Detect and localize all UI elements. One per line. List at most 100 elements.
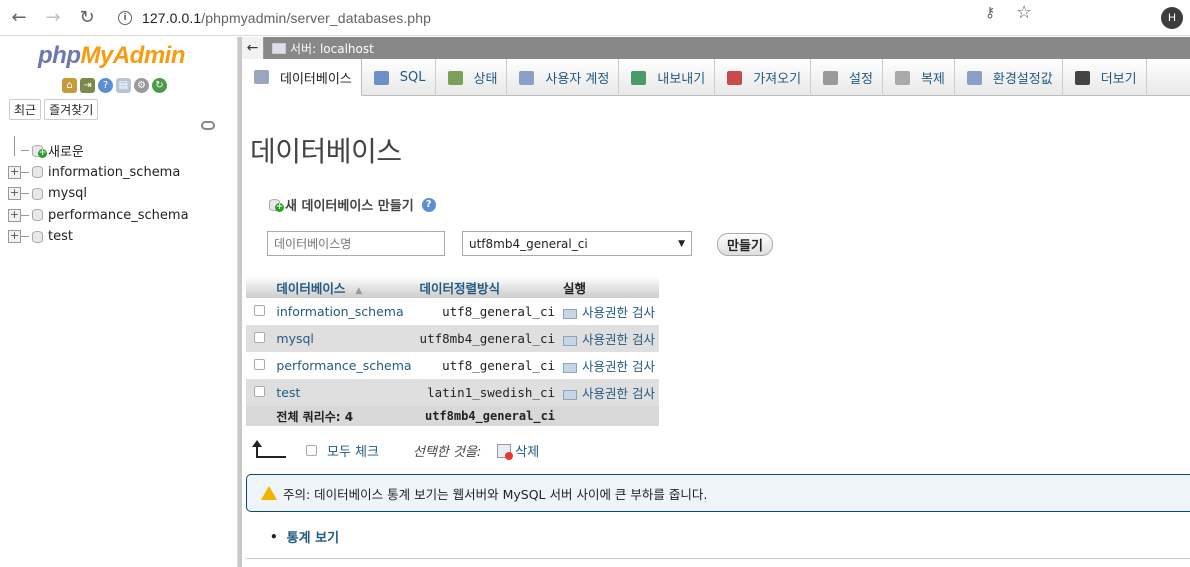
databases-table: 데이터베이스 ▲ 데이터정렬방식 실행 information_schema utf… [246, 276, 659, 426]
nav-tabs: 최근 즐겨찾기 [9, 99, 99, 120]
privileges-icon [563, 335, 578, 346]
collation-cell: latin1_swedish_ci [415, 379, 560, 406]
help-icon[interactable]: ? [98, 78, 113, 93]
row-checkbox[interactable] [253, 386, 265, 397]
database-icon [32, 209, 43, 222]
star-icon[interactable]: ☆ [1016, 2, 1032, 23]
row-checkbox[interactable] [253, 332, 265, 343]
panel-resizer[interactable] [238, 37, 242, 567]
dropdown-arrow-icon: ▼ [678, 238, 685, 249]
help-icon[interactable]: ? [421, 197, 436, 212]
tab-4[interactable]: 내보내기 [619, 59, 716, 96]
tree-item-new[interactable]: 새로운 [8, 136, 189, 162]
tree-connector-line [21, 214, 29, 216]
expand-icon[interactable]: + [8, 187, 21, 201]
check-privileges-link[interactable]: 사용권한 검사 [559, 379, 659, 406]
docs-icon[interactable]: ▤ [116, 78, 131, 93]
expand-icon[interactable]: + [8, 208, 21, 222]
database-name-link[interactable]: test [272, 379, 416, 406]
check-all-checkbox[interactable] [306, 445, 317, 456]
back-icon[interactable]: ← [4, 3, 34, 33]
tab-9[interactable]: 더보기 [1063, 59, 1147, 96]
tab-5[interactable]: 가져오기 [715, 59, 812, 96]
key-icon[interactable]: ⚷ [985, 5, 995, 21]
tab-label: 상태 [473, 72, 498, 87]
site-info-icon[interactable]: i [118, 10, 132, 25]
tab-icon [727, 70, 743, 85]
notice-text: 주의: 데이터베이스 통계 보기는 웹서버와 MySQL 서버 사이에 큰 부하… [283, 486, 708, 502]
tab-label: 환경설정값 [992, 72, 1053, 87]
tab-3[interactable]: 사용자 계정 [507, 59, 620, 96]
tab-6[interactable]: 설정 [811, 59, 883, 96]
database-icon [32, 187, 43, 200]
home-icon[interactable]: ⌂ [62, 78, 77, 93]
table-header-row: 데이터베이스 ▲ 데이터정렬방식 실행 [246, 276, 659, 298]
delete-icon[interactable] [497, 443, 514, 460]
tab-label: 데이터베이스 [280, 71, 352, 87]
reload-icon[interactable]: ↻ [72, 3, 102, 33]
delete-link[interactable]: 삭제 [515, 441, 539, 460]
table-row: mysql utf8mb4_general_ci 사용권한 검사 [246, 325, 659, 352]
database-name-link[interactable]: information_schema [272, 298, 416, 325]
tab-icon [447, 70, 463, 85]
logout-icon[interactable]: ⇥ [80, 78, 95, 93]
tab-7[interactable]: 복제 [883, 59, 955, 96]
check-all-label[interactable]: 모두 체크 [327, 441, 379, 460]
create-button[interactable]: 만들기 [717, 233, 773, 256]
enable-statistics-link[interactable]: 통계 보기 [270, 527, 339, 546]
link-icon[interactable] [201, 121, 215, 130]
create-database-label: 새 데이터베이스 만들기 [285, 199, 414, 214]
profile-avatar[interactable]: H [1161, 7, 1183, 29]
expand-icon[interactable]: + [8, 230, 21, 244]
tab-label: 설정 [849, 72, 873, 87]
create-database-heading: 새 데이터베이스 만들기 ? [266, 195, 436, 214]
tree-item-label: mysql [48, 186, 87, 202]
database-tree: 새로운 + information_schema + mysql + perfo… [8, 136, 189, 248]
reload-navigation-icon[interactable]: ↻ [152, 78, 167, 93]
tab-1[interactable]: SQL [362, 59, 436, 96]
settings-icon[interactable]: ⚙ [134, 78, 149, 93]
collapse-panel-icon[interactable]: ← [242, 37, 264, 59]
tab-8[interactable]: 환경설정값 [955, 59, 1063, 96]
tree-item-db[interactable]: + test [8, 226, 189, 248]
row-checkbox[interactable] [253, 359, 265, 370]
url-text: 127.0.0.1/phpmyadmin/server_databases.ph… [142, 10, 431, 26]
tab-2[interactable]: 상태 [436, 59, 508, 96]
address-bar[interactable]: i 127.0.0.1/phpmyadmin/server_databases.… [108, 4, 1154, 31]
database-name-link[interactable]: performance_schema [272, 352, 416, 379]
database-name-link[interactable]: mysql [272, 325, 416, 352]
collation-select[interactable]: utf8mb4_general_ci ▼ [462, 231, 692, 256]
row-checkbox[interactable] [253, 305, 265, 316]
row-checkbox-cell [246, 379, 273, 406]
bulk-actions: 모두 체크 선택한 것을: 삭제 [252, 439, 539, 460]
table-row: performance_schema utf8_general_ci 사용권한 검사 [246, 352, 659, 379]
server-label[interactable]: 서버: localhost [290, 40, 374, 57]
phpmyadmin-logo[interactable]: phpMyAdmin [38, 42, 185, 70]
check-privileges-link[interactable]: 사용권한 검사 [559, 298, 659, 325]
tab-0[interactable]: 데이터베이스 [242, 59, 362, 96]
check-privileges-link[interactable]: 사용권한 검사 [559, 352, 659, 379]
tree-connector-line [21, 236, 29, 238]
favorites-tab[interactable]: 즐겨찾기 [44, 99, 99, 120]
forward-icon[interactable]: → [38, 3, 68, 33]
tree-item-db[interactable]: + mysql [8, 183, 189, 205]
tab-icon [254, 70, 269, 84]
header-collation[interactable]: 데이터정렬방식 [415, 276, 560, 298]
header-action: 실행 [559, 276, 659, 298]
expand-icon[interactable]: + [8, 165, 21, 179]
header-database[interactable]: 데이터베이스 ▲ [272, 276, 416, 298]
database-icon [32, 230, 43, 243]
check-privileges-link[interactable]: 사용권한 검사 [559, 325, 659, 352]
collation-cell: utf8_general_ci [415, 298, 560, 325]
tree-item-db[interactable]: + information_schema [8, 162, 189, 184]
database-name-input[interactable] [267, 231, 445, 256]
tab-label: SQL [399, 70, 426, 85]
new-database-icon [269, 198, 284, 212]
recent-tab[interactable]: 최근 [9, 99, 42, 120]
footer-collation: utf8mb4_general_ci [415, 406, 560, 426]
tree-item-db[interactable]: + performance_schema [8, 205, 189, 227]
quick-icons: ⌂ ⇥ ? ▤ ⚙ ↻ [62, 78, 167, 93]
with-selected-label: 선택한 것을: [412, 445, 482, 460]
footer-empty-cell [559, 406, 659, 426]
tab-label: 더보기 [1100, 72, 1137, 87]
